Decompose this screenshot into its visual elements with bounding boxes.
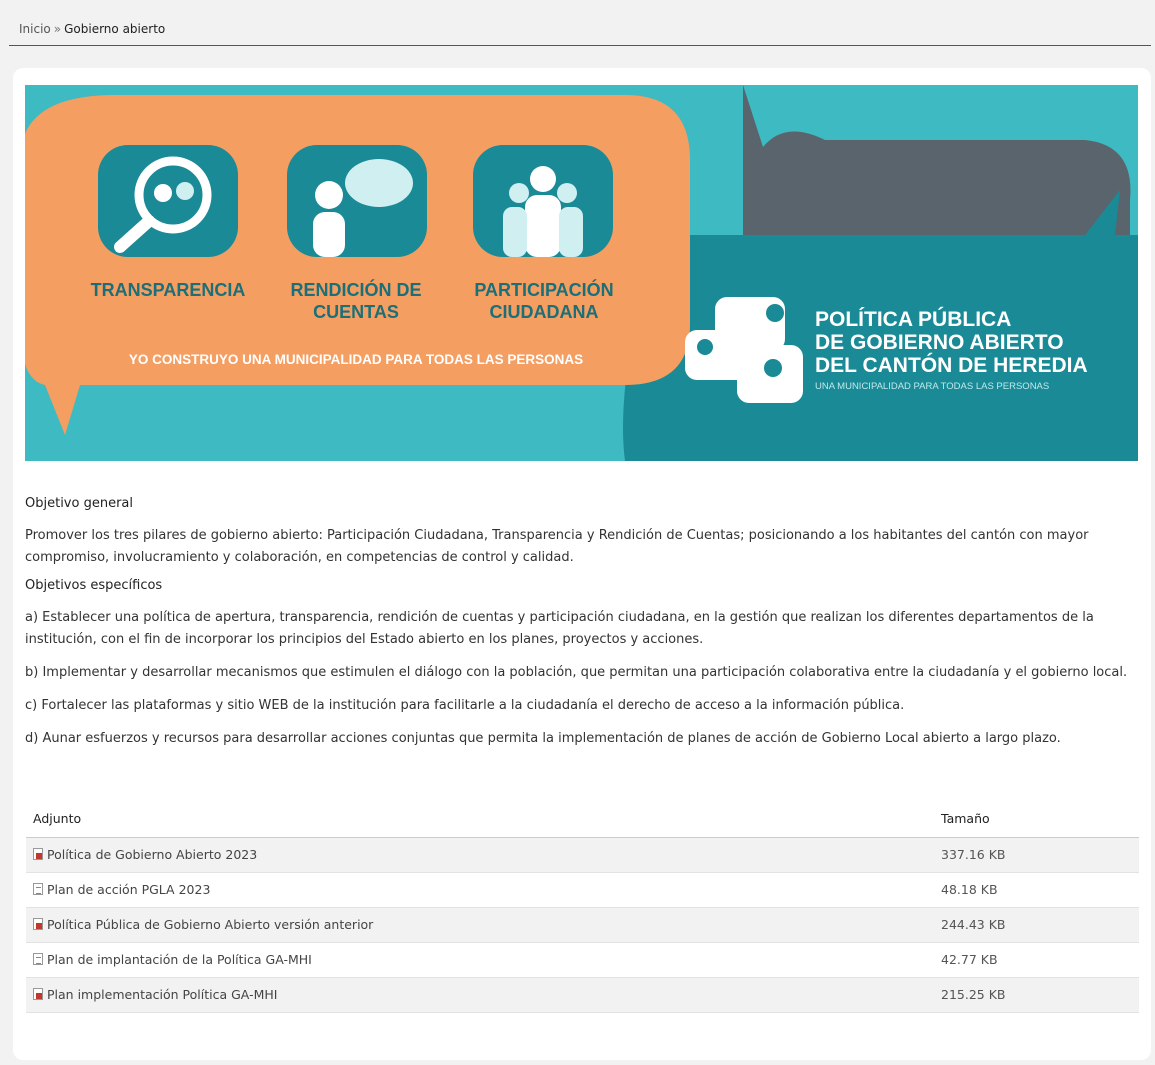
policy-tagline: UNA MUNICIPALIDAD PARA TODAS LAS PERSONA… [815,381,1049,392]
table-row: Plan implementación Política GA-MHI 215.… [26,977,1139,1013]
pillar-transparency-label: TRANSPARENCIA [91,280,246,300]
column-header-size: Tamaño [934,800,1139,838]
specific-objective-c: c) Fortalecer las plataformas y sitio WE… [25,698,905,713]
breadcrumb: Inicio» Gobierno abierto [9,10,1151,46]
magnifier-people-icon [98,145,238,257]
pillar-participation-label-line1: PARTICIPACIÓN [474,279,613,300]
specific-objective-d: d) Aunar esfuerzos y recursos para desar… [25,731,1061,746]
pillar-accountability-label-line2: CUENTAS [313,302,399,322]
attachment-size: 244.43 KB [934,907,1139,943]
specific-objective-a: a) Establecer una política de apertura, … [25,610,1094,647]
pillar-accountability-label-line1: RENDICIÓN DE [290,279,421,300]
general-objective-text: Promover los tres pilares de gobierno ab… [25,528,1089,565]
pdf-icon [33,988,43,1000]
general-objective-heading: Objetivo general [25,496,133,511]
breadcrumb-current: Gobierno abierto [64,22,166,36]
table-row: Plan de implantación de la Política GA-M… [26,942,1139,978]
policy-title-line1: POLÍTICA PÚBLICA [815,307,1011,331]
pdf-icon [33,848,43,860]
attachment-link[interactable]: Plan de implantación de la Política GA-M… [47,952,312,967]
document-icon [33,953,43,965]
table-row: Política Pública de Gobierno Abierto ver… [26,907,1139,943]
attachment-size: 48.18 KB [934,872,1139,908]
pdf-icon [33,918,43,930]
person-speech-icon [287,145,427,257]
open-government-banner: TRANSPARENCIA RENDICIÓN DE CUENTAS PARTI… [25,85,1138,461]
specific-objectives-heading: Objetivos específicos [25,578,163,593]
policy-title-line3: DEL CANTÓN DE HEREDIA [815,353,1088,377]
raised-hands-group-icon [473,145,613,257]
content-card: TRANSPARENCIA RENDICIÓN DE CUENTAS PARTI… [13,68,1151,1060]
column-header-attachment: Adjunto [26,800,934,838]
banner-slogan: YO CONSTRUYO UNA MUNICIPALIDAD PARA TODA… [129,352,583,367]
attachment-link[interactable]: Política de Gobierno Abierto 2023 [47,847,257,862]
attachment-size: 215.25 KB [934,977,1139,1013]
document-icon [33,883,43,895]
specific-objective-b: b) Implementar y desarrollar mecanismos … [25,665,1128,680]
table-row: Plan de acción PGLA 2023 48.18 KB [26,872,1139,908]
objectives-section: Objetivo general Promover los tres pilar… [25,493,1135,761]
attachment-size: 42.77 KB [934,942,1139,978]
breadcrumb-separator: » [53,22,62,36]
policy-title-line2: DE GOBIERNO ABIERTO [815,331,1064,354]
attachments-header-row: Adjunto Tamaño [26,800,1139,838]
pillar-participation-label-line2: CIUDADANA [490,302,599,322]
table-row: Política de Gobierno Abierto 2023 337.16… [26,837,1139,873]
attachment-size: 337.16 KB [934,837,1139,873]
attachments-table: Adjunto Tamaño Política de Gobierno Abie… [26,800,1139,1013]
attachment-link[interactable]: Plan de acción PGLA 2023 [47,882,210,897]
attachment-link[interactable]: Plan implementación Política GA-MHI [47,987,277,1002]
attachment-link[interactable]: Política Pública de Gobierno Abierto ver… [47,917,373,932]
breadcrumb-home-link[interactable]: Inicio [19,22,51,36]
banner-graphic: TRANSPARENCIA RENDICIÓN DE CUENTAS PARTI… [25,85,1138,461]
